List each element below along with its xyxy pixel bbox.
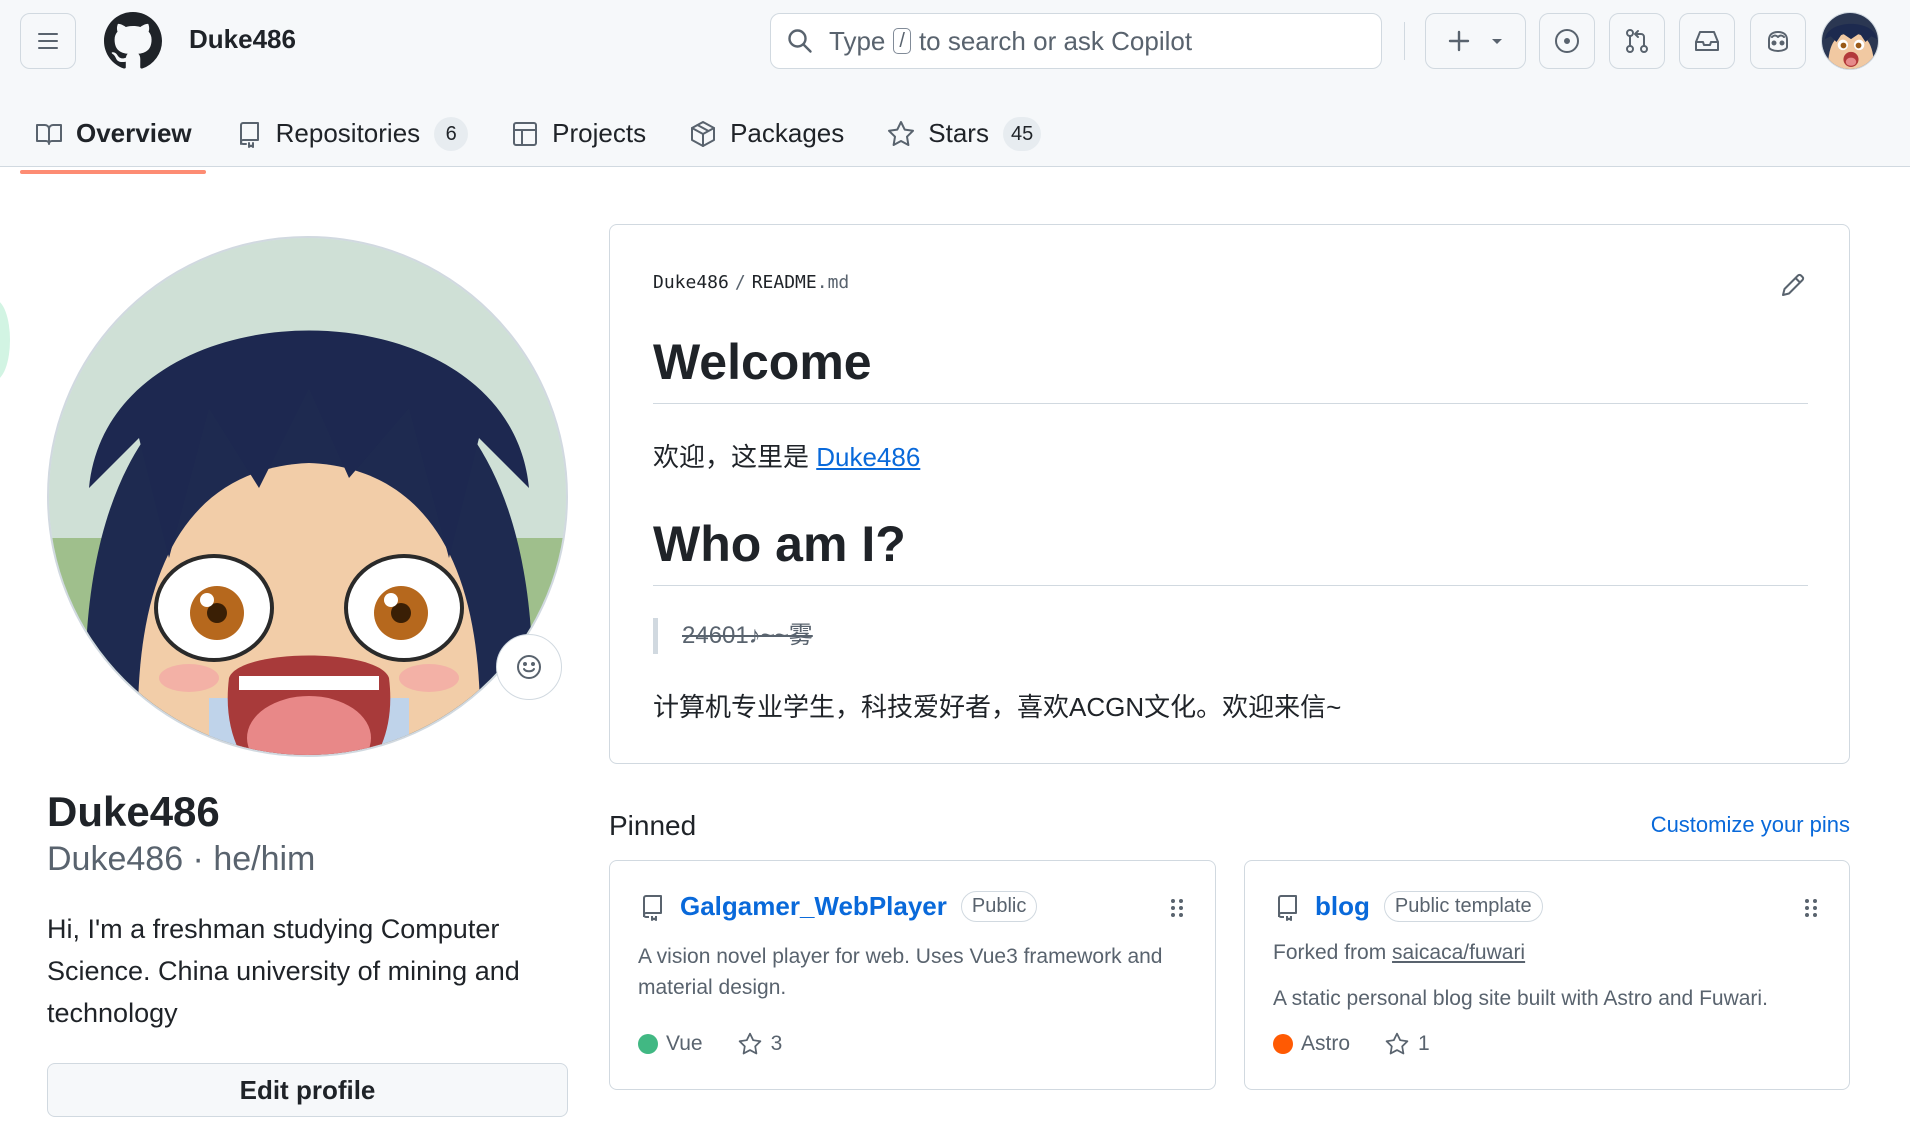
pinned-heading: Pinned	[609, 810, 697, 841]
search-icon	[788, 29, 812, 53]
decorative-edge	[0, 300, 10, 380]
repo-icon	[239, 121, 259, 148]
app-header: Duke486 Type / to search or ask Copilot	[0, 0, 1910, 174]
pinned-repo-language: Astro	[1301, 1032, 1351, 1055]
pinned-repo-language: Vue	[666, 1032, 703, 1055]
visibility-badge: Public	[960, 891, 1038, 922]
edit-profile-button[interactable]: Edit profile	[47, 1063, 568, 1117]
profile-avatar[interactable]	[47, 236, 568, 757]
pencil-icon	[1782, 273, 1805, 296]
pinned-repo-header: Galgamer_WebPlayer Public	[638, 891, 1038, 922]
tab-repositories-label: Repositories	[275, 118, 421, 148]
readme-path-owner[interactable]: Duke486	[653, 272, 729, 293]
language-color-dot	[1273, 1034, 1293, 1054]
readme-blockquote: 24601♪~~雾	[653, 618, 813, 654]
pinned-repo-stars[interactable]: 3	[737, 1031, 783, 1057]
star-icon	[1385, 1032, 1409, 1055]
pinned-repo-meta: Astro 1	[1273, 1031, 1430, 1057]
profile-tabs: Overview Repositories 6 Projects Package…	[20, 100, 1069, 174]
pinned-repo-name[interactable]: blog	[1315, 891, 1370, 922]
forked-from-prefix: Forked from	[1273, 941, 1387, 964]
copilot-icon	[1768, 31, 1788, 52]
package-icon	[691, 120, 716, 147]
readme-welcome-text: 欢迎，这里是 Duke486	[653, 437, 920, 474]
readme-heading-who: Who am I?	[653, 515, 1808, 586]
tab-packages[interactable]: Packages	[674, 108, 858, 160]
user-avatar[interactable]	[1821, 12, 1879, 70]
pull-requests-icon	[1626, 29, 1648, 53]
inbox-icon	[1695, 31, 1719, 51]
tab-projects[interactable]: Projects	[496, 108, 660, 160]
readme-intro-text: 计算机专业学生，科技爱好者，喜欢ACGN文化。欢迎来信~	[653, 692, 1342, 722]
tab-stars-label: Stars	[928, 118, 989, 148]
repositories-count: 6	[434, 116, 469, 151]
drag-handle-icon[interactable]	[1803, 897, 1819, 919]
create-new-button[interactable]	[1425, 13, 1526, 69]
profile-bio: Hi, I'm a freshman studying Computer Sci…	[47, 914, 520, 1028]
repo-icon	[1278, 894, 1297, 921]
search-suffix: to search or ask Copilot	[918, 25, 1193, 56]
tab-repositories[interactable]: Repositories 6	[220, 108, 483, 160]
smiley-icon	[517, 655, 541, 679]
pinned-repo-star-count: 1	[1418, 1032, 1430, 1055]
set-status-button[interactable]	[496, 634, 562, 700]
hamburger-icon	[38, 33, 58, 49]
header-username[interactable]: Duke486	[189, 24, 296, 55]
pinned-repo-card: blog Public template Forked from saicaca…	[1244, 860, 1850, 1090]
pinned-repo-star-count: 3	[770, 1032, 783, 1055]
pull-requests-button[interactable]	[1609, 13, 1665, 69]
forked-from-text: Forked from saicaca/fuwari	[1273, 941, 1525, 965]
tab-overview[interactable]: Overview	[20, 108, 206, 174]
issues-button[interactable]	[1539, 13, 1595, 69]
readme-path: Duke486/ README.md	[653, 272, 849, 293]
stars-count: 45	[1002, 116, 1042, 151]
readme-path-file[interactable]: README	[752, 272, 817, 293]
edit-readme-button[interactable]	[1777, 269, 1809, 301]
repo-icon	[643, 894, 662, 921]
pinned-repo-description: A vision novel player for web. Uses Vue3…	[638, 945, 1163, 999]
menu-button[interactable]	[20, 13, 76, 69]
star-icon	[888, 120, 915, 146]
readme-path-ext: .md	[816, 272, 850, 293]
pinned-repo-header: blog Public template	[1273, 891, 1543, 922]
readme-heading-welcome: Welcome	[653, 333, 1808, 404]
tab-projects-label: Projects	[552, 118, 647, 148]
forked-from-link[interactable]: saicaca/fuwari	[1392, 941, 1525, 964]
tab-packages-label: Packages	[730, 118, 845, 148]
profile-name: Duke486	[47, 788, 220, 835]
readme-profile-link[interactable]: Duke486	[816, 442, 920, 472]
search-input[interactable]: Type / to search or ask Copilot	[770, 13, 1382, 69]
search-prefix: Type	[829, 25, 886, 56]
github-logo[interactable]	[104, 12, 162, 70]
triangle-down-icon	[1491, 39, 1502, 44]
header-divider	[1404, 22, 1405, 60]
copilot-button[interactable]	[1750, 13, 1806, 69]
drag-handle-icon[interactable]	[1169, 897, 1185, 919]
table-icon	[513, 121, 538, 146]
plus-icon	[1448, 30, 1469, 52]
inbox-button[interactable]	[1679, 13, 1735, 69]
readme-welcome-prefix: 欢迎，这里是	[653, 442, 817, 472]
language-color-dot	[638, 1034, 658, 1054]
pinned-repo-stars[interactable]: 1	[1384, 1031, 1430, 1057]
profile-login-pronouns: Duke486 · he/him	[47, 840, 316, 878]
book-icon	[36, 123, 62, 145]
visibility-badge: Public template	[1383, 891, 1543, 922]
issues-icon	[1555, 29, 1579, 53]
pinned-repo-card: Galgamer_WebPlayer Public A vision novel…	[609, 860, 1216, 1090]
pinned-repo-description: A static personal blog site built with A…	[1273, 987, 1768, 1010]
tab-overview-label: Overview	[76, 118, 192, 148]
readme-path-separator: /	[734, 272, 746, 293]
tab-stars[interactable]: Stars 45	[872, 108, 1055, 160]
readme-card: Duke486/README.md Welcome 欢迎，这里是 Duke486…	[609, 224, 1850, 764]
pinned-repo-name[interactable]: Galgamer_WebPlayer	[680, 891, 947, 922]
pinned-repo-meta: Vue 3	[638, 1031, 782, 1057]
search-shortcut-key: /	[893, 28, 911, 54]
customize-pins-link[interactable]: Customize your pins	[1651, 812, 1850, 838]
star-icon	[738, 1032, 761, 1055]
